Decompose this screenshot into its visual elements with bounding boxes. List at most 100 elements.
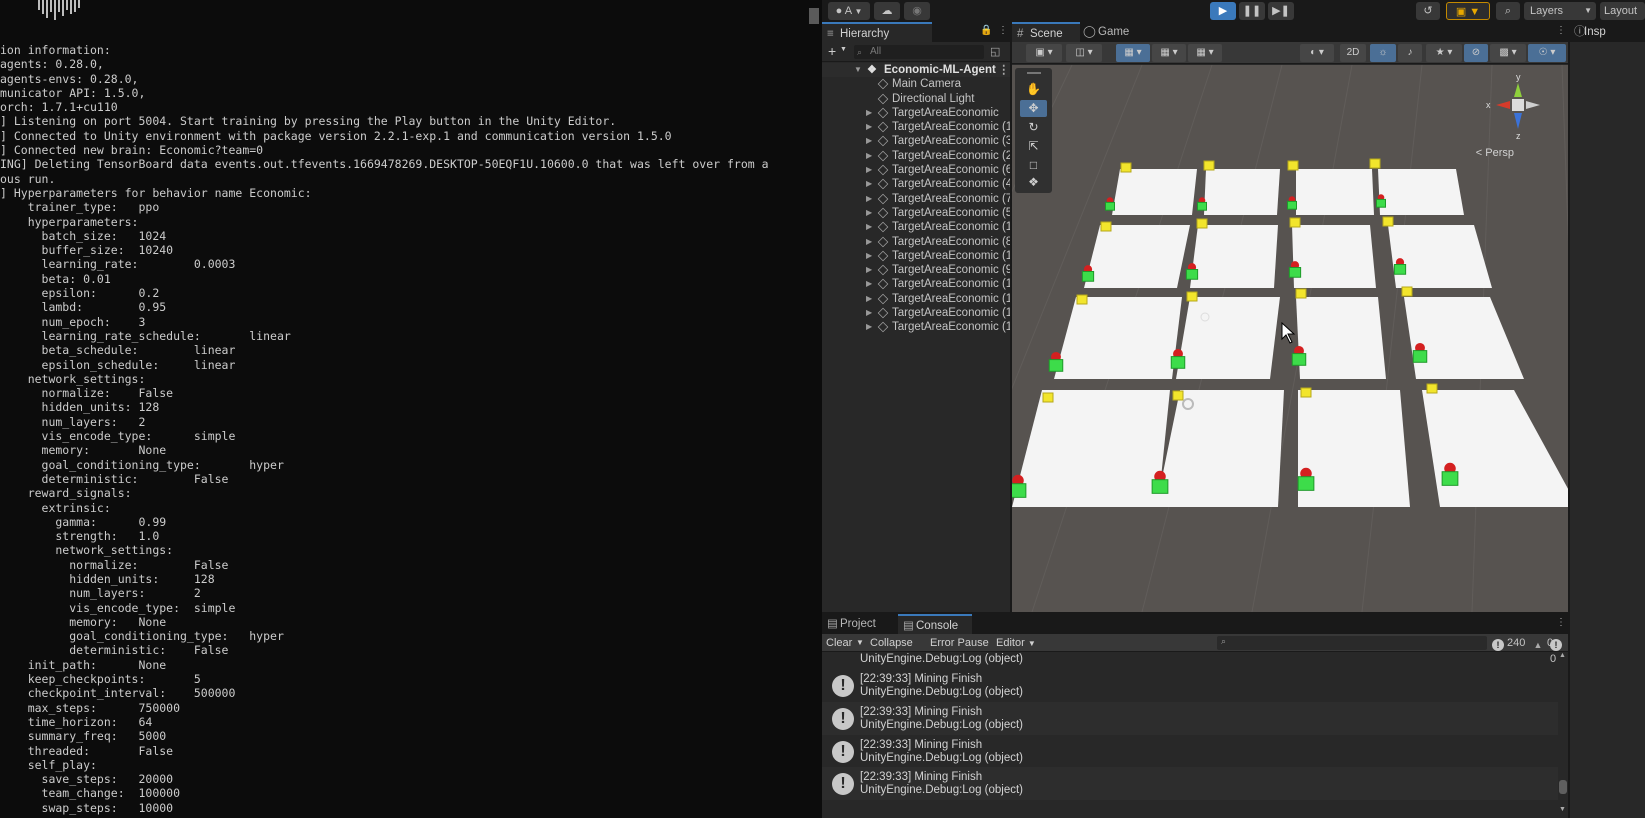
scroll-up-icon[interactable]: ▲	[1559, 652, 1566, 659]
pause-button[interactable]: ❚❚	[1239, 2, 1265, 20]
console-log-list[interactable]: UnityEngine.Debug:Log (object) ! [22:39:3…	[822, 652, 1558, 818]
scene-viewport[interactable]: y x z ✋ ✥ ↻ ⇱ □ ❖ < Persp	[1012, 65, 1568, 612]
hierarchy-item[interactable]: Main Camera	[822, 77, 1010, 91]
grid-snap-button[interactable]: ▦ ▾	[1116, 44, 1150, 62]
expand-arrow-icon[interactable]: ▶	[866, 306, 872, 320]
collapse-toggle[interactable]: Collapse	[870, 634, 913, 652]
scale-tool-icon[interactable]: ⇱	[1020, 138, 1047, 155]
scroll-down-icon[interactable]: ▼	[1559, 806, 1566, 813]
expand-arrow-icon[interactable]: ▶	[866, 120, 872, 134]
collab-icon[interactable]: ◉	[904, 2, 930, 20]
draw-mode-button[interactable]: ▣ ▾	[1026, 44, 1062, 62]
expand-arrow-icon[interactable]: ▶	[866, 277, 872, 291]
tab-inspector[interactable]: ⓘ Insp	[1570, 22, 1645, 42]
play-button[interactable]: ▶	[1210, 2, 1236, 20]
hierarchy-item[interactable]: ▶ TargetAreaEconomic (1	[822, 306, 1010, 320]
layers-dropdown[interactable]: Layers ▼	[1524, 2, 1596, 20]
hierarchy-item[interactable]: ▶ TargetAreaEconomic (1	[822, 277, 1010, 291]
transform-tool-icon[interactable]: ❖	[1020, 174, 1047, 191]
hierarchy-search-input[interactable]: ⌕ All	[854, 45, 984, 59]
error-count-badge[interactable]: !0	[1550, 635, 1568, 665]
expand-arrow-icon[interactable]: ▼	[854, 63, 862, 77]
kebab-menu-icon[interactable]: ⋮	[1556, 25, 1566, 36]
expand-arrow-icon[interactable]: ▶	[866, 192, 872, 206]
scene-visibility-icon[interactable]: ◱	[990, 45, 1000, 58]
align-snap-button[interactable]: ▦ ▾	[1188, 44, 1222, 62]
hierarchy-scene-root[interactable]: ▼ ❖ Economic-ML-Agent ⋮	[822, 63, 1010, 78]
expand-arrow-icon[interactable]: ▶	[866, 177, 872, 191]
layout-dropdown[interactable]: Layout	[1600, 2, 1645, 20]
toggle-2d-button[interactable]: 2D	[1340, 44, 1366, 62]
hierarchy-item[interactable]: ▶ TargetAreaEconomic (8	[822, 235, 1010, 249]
hierarchy-item[interactable]: ▶ TargetAreaEconomic (1	[822, 292, 1010, 306]
rect-tool-icon[interactable]: □	[1020, 157, 1047, 174]
tab-scene[interactable]: # Scene	[1012, 22, 1080, 42]
tab-hierarchy[interactable]: ≡ Hierarchy	[822, 22, 932, 42]
kebab-menu-icon[interactable]: ⋮	[998, 25, 1008, 36]
hierarchy-item[interactable]: ▶ TargetAreaEconomic (1	[822, 249, 1010, 263]
search-icon[interactable]: ⌕	[1496, 2, 1520, 20]
expand-arrow-icon[interactable]: ▶	[866, 220, 872, 234]
error-pause-toggle[interactable]: Error Pause	[930, 634, 989, 652]
expand-arrow-icon[interactable]: ▶	[866, 206, 872, 220]
tab-project[interactable]: ▤ Project	[822, 614, 898, 634]
gizmo-mode-button[interactable]: ◫ ▾	[1066, 44, 1102, 62]
hand-tool-icon[interactable]: ✋	[1020, 81, 1047, 98]
hierarchy-item[interactable]: Directional Light	[822, 92, 1010, 106]
hierarchy-item[interactable]: ▶ TargetAreaEconomic (1	[822, 120, 1010, 134]
effects-button[interactable]: ★ ▾	[1426, 44, 1462, 62]
chevron-down-icon[interactable]: ▼	[856, 634, 864, 652]
expand-arrow-icon[interactable]: ▶	[866, 263, 872, 277]
expand-arrow-icon[interactable]: ▶	[866, 106, 872, 120]
drag-handle[interactable]	[1027, 72, 1041, 74]
hierarchy-item[interactable]: ▶ TargetAreaEconomic (7	[822, 192, 1010, 206]
log-entry[interactable]: ! [22:39:33] Mining Finish UnityEngine.Deb…	[822, 702, 1558, 735]
increment-snap-button[interactable]: ▦ ▾	[1152, 44, 1186, 62]
chevron-down-icon[interactable]: ▼	[840, 46, 847, 53]
expand-arrow-icon[interactable]: ▶	[866, 163, 872, 177]
kebab-menu-icon[interactable]: ⋮	[1556, 617, 1566, 628]
gizmos-button[interactable]: ☉ ▾	[1528, 44, 1566, 62]
console-scroll-thumb[interactable]	[1559, 780, 1567, 794]
editor-dropdown[interactable]: Editor ▼	[996, 634, 1036, 652]
projection-label[interactable]: < Persp	[1476, 147, 1514, 159]
camera-settings-button[interactable]: ▩ ▾	[1490, 44, 1526, 62]
terminal-scrollbar[interactable]	[806, 0, 822, 818]
expand-arrow-icon[interactable]: ▶	[866, 249, 872, 263]
hierarchy-item[interactable]: ▶ TargetAreaEconomic (5	[822, 206, 1010, 220]
hierarchy-item[interactable]: ▶ TargetAreaEconomic (1	[822, 220, 1010, 234]
hierarchy-item[interactable]: ▶ TargetAreaEconomic (9	[822, 263, 1010, 277]
hierarchy-item[interactable]: ▶ TargetAreaEconomic (1	[822, 320, 1010, 334]
console-scrollbar[interactable]: ▲ ▼	[1558, 652, 1568, 818]
lighting-icon[interactable]: ☼	[1370, 44, 1396, 62]
log-entry[interactable]: ! [22:39:33] Mining Finish UnityEngine.Deb…	[822, 767, 1558, 800]
log-entry-partial[interactable]: UnityEngine.Debug:Log (object)	[822, 652, 1558, 669]
package-warning-button[interactable]: ▣ ▼	[1446, 2, 1490, 20]
terminal-scroll-thumb[interactable]	[809, 8, 819, 24]
hidden-objects-icon[interactable]: ⊘	[1464, 44, 1488, 62]
move-tool-icon[interactable]: ✥	[1020, 100, 1047, 117]
clear-button[interactable]: Clear	[826, 634, 852, 652]
hierarchy-item[interactable]: ▶ TargetAreaEconomic (6	[822, 163, 1010, 177]
kebab-menu-icon[interactable]: ⋮	[998, 63, 1010, 77]
shading-mode-button[interactable]: ◐ ▾	[1300, 44, 1334, 62]
hierarchy-item[interactable]: ▶ TargetAreaEconomic (2	[822, 149, 1010, 163]
expand-arrow-icon[interactable]: ▶	[866, 149, 872, 163]
console-search-input[interactable]: ⌕	[1217, 636, 1487, 650]
expand-arrow-icon[interactable]: ▶	[866, 134, 872, 148]
history-icon[interactable]: ↺	[1416, 2, 1440, 20]
cloud-icon[interactable]: ☁	[874, 2, 900, 20]
log-entry[interactable]: ! [22:39:33] Mining Finish UnityEngine.Deb…	[822, 669, 1558, 702]
add-icon[interactable]: +	[828, 43, 836, 59]
hierarchy-item[interactable]: ▶ TargetAreaEconomic (4	[822, 177, 1010, 191]
expand-arrow-icon[interactable]: ▶	[866, 235, 872, 249]
log-count-badge[interactable]: ! 240	[1492, 635, 1525, 651]
hierarchy-item[interactable]: ▶ TargetAreaEconomic (3	[822, 134, 1010, 148]
terminal-window[interactable]: ion information: agents: 0.28.0, agents-en…	[0, 0, 806, 818]
tab-console[interactable]: ▤ Console	[898, 614, 972, 634]
audio-icon[interactable]: ♪	[1398, 44, 1422, 62]
tab-game[interactable]: ◯ Game	[1080, 22, 1142, 42]
expand-arrow-icon[interactable]: ▶	[866, 320, 872, 334]
log-entry[interactable]: ! [22:39:33] Mining Finish UnityEngine.Deb…	[822, 735, 1558, 768]
account-button[interactable]: ● A ▼	[828, 2, 870, 20]
